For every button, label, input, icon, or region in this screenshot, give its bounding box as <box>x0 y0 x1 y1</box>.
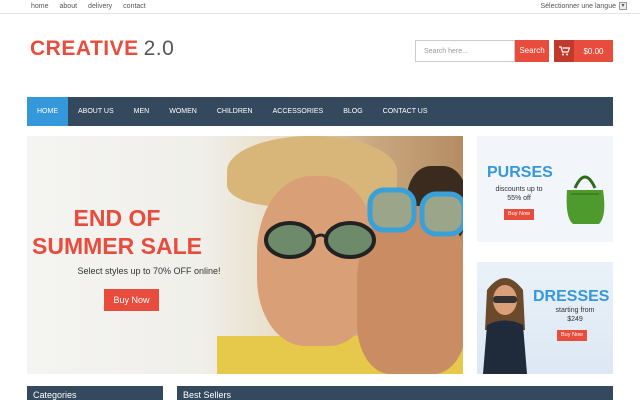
top-bar: home about delivery contact Sélectionner… <box>0 0 640 14</box>
main-nav: HOME ABOUT US MEN WOMEN CHILDREN ACCESSO… <box>27 97 613 126</box>
green-purse-image <box>566 175 605 224</box>
sunglasses-image <box>264 221 376 259</box>
nav-about-us[interactable]: ABOUT US <box>68 97 124 126</box>
site-logo[interactable]: CREATIVE 2.0 <box>30 37 174 61</box>
language-selector[interactable]: Sélectionner une langue ▾ <box>540 2 627 10</box>
promo-dresses-buy-button[interactable]: Buy Now <box>557 330 587 341</box>
nav-women[interactable]: WOMEN <box>159 97 207 126</box>
top-link-home[interactable]: home <box>31 3 49 10</box>
promo-dresses-desc-line1: starting from <box>555 307 595 314</box>
search-input[interactable]: Search here... <box>415 40 515 62</box>
categories-panel-header: Categories <box>27 386 163 400</box>
logo-text: CREATIVE <box>30 37 139 60</box>
search-button[interactable]: Search <box>515 40 549 62</box>
top-link-contact[interactable]: contact <box>123 3 146 10</box>
promo-purses-desc-line2: 55% off <box>507 195 531 202</box>
promo-dresses-desc: starting from $249 <box>543 306 607 324</box>
promo-dresses-title: DRESSES <box>533 288 610 305</box>
hero-buy-now-button[interactable]: Buy Now <box>104 289 159 311</box>
top-links: home about delivery contact <box>31 3 146 10</box>
top-link-about[interactable]: about <box>60 3 78 10</box>
nav-home[interactable]: HOME <box>27 97 68 126</box>
promo-purses-title: PURSES <box>487 164 553 181</box>
hero-title: END OF SUMMER SALE <box>27 204 207 260</box>
promo-purses-buy-button[interactable]: Buy Now <box>504 209 534 220</box>
nav-blog[interactable]: BLOG <box>333 97 372 126</box>
nav-contact-us[interactable]: CONTACT US <box>373 97 438 126</box>
cart-total: $0.00 <box>583 46 604 56</box>
nav-children[interactable]: CHILDREN <box>207 97 263 126</box>
promo-purses-desc: discounts up to 55% off <box>487 185 551 203</box>
best-sellers-panel-header: Best Sellers <box>177 386 613 400</box>
logo-version: 2.0 <box>143 37 175 60</box>
nav-accessories[interactable]: ACCESSORIES <box>263 97 334 126</box>
promo-dresses-desc-line2: $249 <box>567 316 583 323</box>
nav-men[interactable]: MEN <box>124 97 160 126</box>
dropdown-arrow-icon: ▾ <box>619 2 627 10</box>
top-link-delivery[interactable]: delivery <box>88 3 112 10</box>
cart-button[interactable]: $0.00 <box>554 40 613 62</box>
cart-icon <box>554 40 574 62</box>
hero-banner[interactable]: END OF SUMMER SALE Select styles up to 7… <box>27 136 463 374</box>
model-woman-image <box>483 278 527 374</box>
hero-title-line1: END OF <box>73 205 161 231</box>
hero-subtitle: Select styles up to 70% OFF online! <box>77 266 221 276</box>
promo-purses-desc-line1: discounts up to <box>495 186 543 193</box>
blue-sunglasses-image <box>367 187 463 237</box>
language-label: Sélectionner une langue <box>540 2 616 10</box>
promo-dresses[interactable]: DRESSES starting from $249 Buy Now <box>477 262 613 374</box>
hero-title-line2: SUMMER SALE <box>32 233 202 259</box>
promo-purses[interactable]: PURSES discounts up to 55% off Buy Now <box>477 136 613 242</box>
